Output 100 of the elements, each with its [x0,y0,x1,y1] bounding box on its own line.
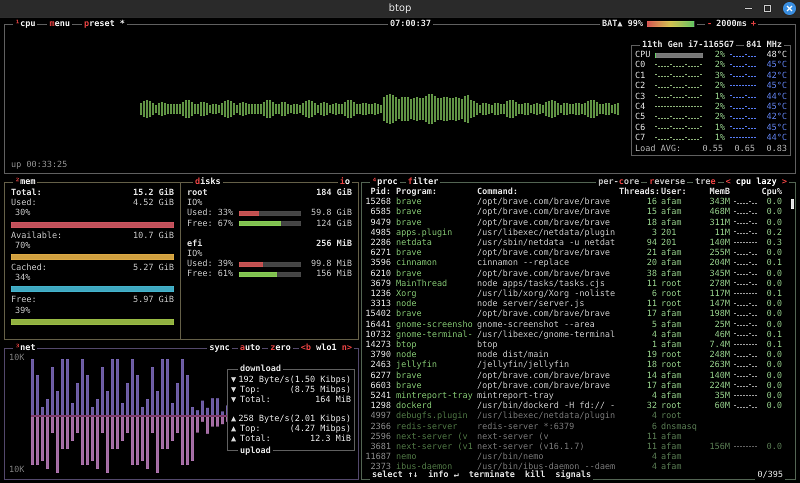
cpu-model: 11th Gen i7-1165G7 [640,40,736,50]
pid-cell-text: 3790 [370,350,391,360]
net-option-tab[interactable]: <b wlo1 n> [298,343,354,354]
pid-cell: 15268 [365,197,391,208]
cpu-cell-text: 0.3 [766,238,782,248]
user-cell-text: root [661,350,682,360]
core-percent: 1% [714,122,725,134]
cpu-sparkline [734,384,758,388]
threads-cell-text: 38 [646,268,658,279]
cpu-cell-text: 0.0 [766,299,782,310]
threads-cell-text: 1 [650,340,658,350]
footer-action[interactable]: kill [522,470,548,480]
maximize-icon[interactable] [764,5,771,12]
footer-action[interactable]: info ↵ [426,470,461,480]
increase-button[interactable]: + [750,19,756,30]
cpu-cell-text: 0.0 [766,268,782,279]
proc-tab[interactable]: ⁴proc [370,177,400,188]
column-header[interactable]: Threads: [618,187,660,198]
pid-cell: 14273 [365,340,391,350]
memory-cell-text: 345M [708,268,730,279]
command-cell-text: /opt/brave.com/brave/brave [477,248,612,258]
column-header[interactable]: User: [661,187,701,198]
io-tab[interactable]: io [338,177,352,187]
graph-bar [81,417,84,465]
net-option-tab[interactable]: auto [238,343,262,354]
graph-bar [101,367,104,415]
mem-percent: 30% [14,208,32,219]
command-cell-text: /opt/brave.com/brave/brave [477,309,612,320]
core-sparkline [655,106,703,109]
cpu-sparkline [734,262,758,266]
proc-option-tab[interactable]: reverse [647,177,688,188]
memory-cell-text: 147M [708,299,730,310]
cpu-tab[interactable]: ¹cpu [13,19,38,30]
graph-bar [186,417,189,465]
column-header[interactable]: Cpu% [731,187,782,198]
user-cell-text: afam [661,207,682,218]
footer-action[interactable]: signals [553,470,594,480]
user-cell-text: afam [661,197,682,208]
user-cell-text: afam [661,391,682,402]
program-cell-text: brave [395,197,423,208]
column-header[interactable]: MemB [702,187,730,198]
graph-bar [211,417,214,427]
cpu-tab[interactable]: preset * [82,19,127,30]
cpu-cell-text: 0.0 [766,350,782,360]
decrease-button[interactable]: - [707,19,712,30]
disk-meter [239,211,301,216]
proc-option-tab[interactable]: tree [693,177,718,188]
command-cell-text: /usr/bin/dockerd -H fd:// - [477,401,616,412]
program-cell-text: brave [395,370,423,381]
graph-bar [41,407,44,415]
cpu-cell-text: 0.1 [766,289,782,300]
graph-bar [176,383,179,415]
net-stat-label: Total: [240,395,271,406]
cpu-sparkline [734,252,758,255]
core-temperature: 44°C [766,92,787,102]
disks-tab[interactable]: disks [193,177,223,187]
user-cell-text: afam [661,248,682,258]
program-cell-text: netdata [395,238,433,248]
mem-tab[interactable]: ²mem [13,177,38,187]
column-header[interactable]: Program: [392,187,476,198]
graph-bar [146,399,149,415]
filter-tab[interactable]: filter [406,177,440,188]
user-cell-text: root [661,411,682,422]
pid-cell-text: 6603 [370,380,391,392]
graph-bar [116,417,119,449]
graph-bar [206,417,209,434]
cpu-cell-text: 0.0 [766,278,782,290]
graph-bar [91,417,94,461]
graph-bar [171,403,174,415]
graph-bar [81,359,84,415]
graph-bar [36,417,39,465]
footer-action[interactable]: terminate [466,470,517,480]
close-icon[interactable] [783,2,796,15]
net-option-tab[interactable]: zero [268,343,293,354]
scrollbar-thumb[interactable] [791,199,794,209]
net-option-tab[interactable]: sync [207,343,232,354]
proc-option-tab[interactable]: per-core [596,177,642,188]
cpu-sparkline [734,313,758,316]
graph-bar [191,417,194,461]
disk-meter [239,221,301,226]
proc-option-tab[interactable]: < cpu lazy > [724,177,789,188]
program-cell-text: dockerd [395,401,433,412]
cpu-sparkline [734,272,758,276]
graph-bar [201,417,204,422]
user-cell-text: afam [661,309,682,320]
graph-bar [141,417,144,461]
graph-bar [171,417,174,441]
net-tab[interactable]: ³net [13,343,38,353]
graph-bar [161,417,164,449]
column-header[interactable]: Command: [477,187,617,198]
core-percent: 3% [714,70,725,82]
graph-bar [131,359,134,415]
core-percent: 1% [714,133,725,144]
cpu-tab[interactable]: menu [47,19,72,30]
core-percent: 2% [714,50,725,60]
mem-label: Free: [11,295,37,306]
footer-action[interactable]: select ↑↓ [370,470,420,480]
graph-bar [46,399,49,415]
column-header[interactable]: Pid: [365,187,391,198]
threads-cell-text: 17 [646,380,658,392]
